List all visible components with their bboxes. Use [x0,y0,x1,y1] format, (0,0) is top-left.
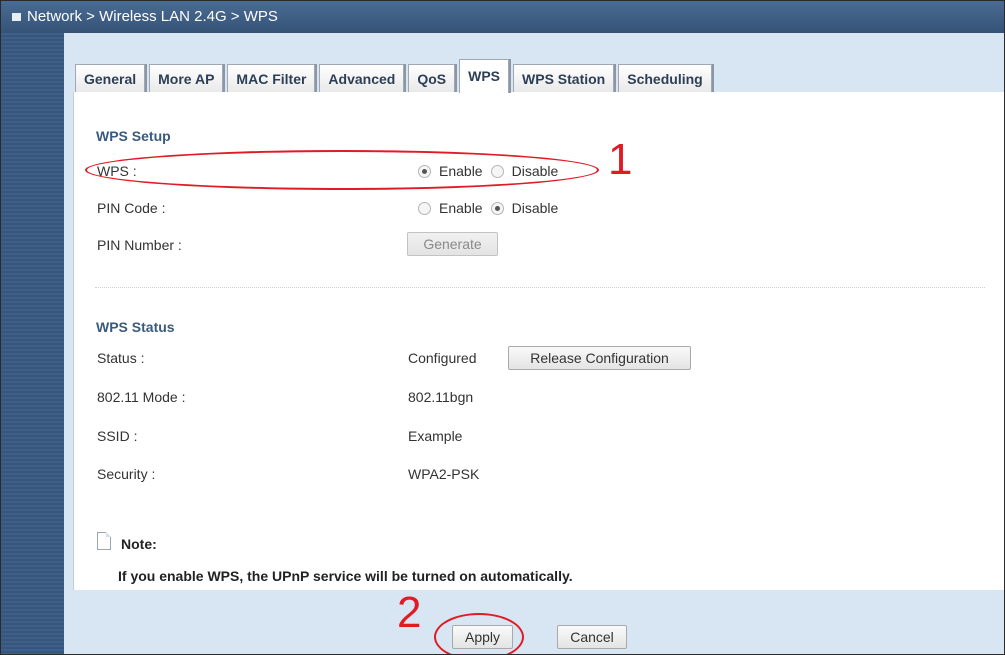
tab-scheduling[interactable]: Scheduling [618,64,712,93]
mode-value: 802.11bgn [408,389,474,405]
pin-number-label: PIN Number : [97,237,182,253]
note-icon [97,532,111,550]
note-text: If you enable WPS, the UPnP service will… [118,568,573,584]
mode-label: 802.11 Mode : [97,389,186,405]
callout-number-2: 2 [397,588,422,637]
generate-button[interactable]: Generate [407,232,498,256]
security-value: WPA2-PSK [408,466,480,482]
wps-setup-title: WPS Setup [96,128,171,144]
status-label: Status : [97,350,145,366]
cancel-button[interactable]: Cancel [557,625,627,649]
section-divider [95,287,985,288]
tab-advanced[interactable]: Advanced [319,64,405,93]
tab-bar: General More AP MAC Filter Advanced QoS … [75,59,716,93]
tab-mac-filter[interactable]: MAC Filter [227,64,316,93]
pin-enable-radio[interactable] [418,201,431,215]
wps-status-title: WPS Status [96,319,175,335]
title-bar: Network > Wireless LAN 2.4G > WPS [1,1,1004,33]
pin-disable-label: Disable [511,200,559,216]
callout-oval-1 [85,150,599,190]
tab-qos[interactable]: QoS [408,64,456,93]
tab-wps[interactable]: WPS [459,59,510,93]
callout-number-1: 1 [608,135,633,184]
pin-code-radio-group: Enable Disable [418,200,566,216]
footer-bar [64,590,1004,654]
note-title: Note: [121,536,157,552]
tab-more-ap[interactable]: More AP [149,64,224,93]
security-label: Security : [97,466,156,482]
left-sidebar [1,33,64,654]
menu-square-icon [12,13,21,21]
release-configuration-button[interactable]: Release Configuration [508,346,691,370]
status-value: Configured [408,350,477,366]
tab-wps-station[interactable]: WPS Station [513,64,615,93]
callout-oval-2 [434,613,524,654]
breadcrumb: Network > Wireless LAN 2.4G > WPS [27,8,278,25]
tab-general[interactable]: General [75,64,146,93]
router-config-window: Network > Wireless LAN 2.4G > WPS Genera… [0,0,1005,655]
pin-disable-radio[interactable] [490,201,504,215]
ssid-label: SSID : [97,428,138,444]
ssid-value: Example [408,428,463,444]
pin-code-label: PIN Code : [97,200,166,216]
pin-enable-label: Enable [439,200,483,216]
